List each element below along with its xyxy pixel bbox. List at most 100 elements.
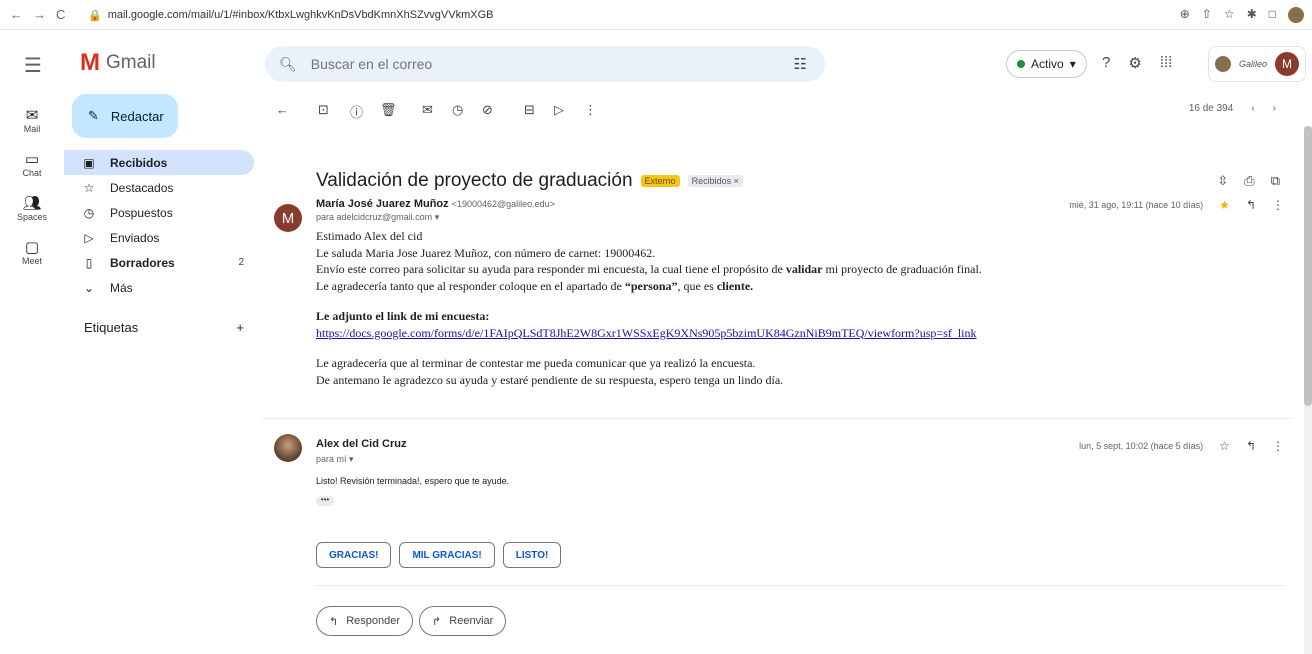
back-icon[interactable]: ← bbox=[10, 7, 23, 22]
forward-button[interactable]: ↱ Reenviar bbox=[419, 606, 507, 636]
star-outline-icon[interactable]: ☆ bbox=[1219, 439, 1230, 453]
rail-label: Meet bbox=[21, 256, 42, 266]
body-line: Envío este correo para solicitar su ayud… bbox=[316, 262, 982, 276]
sidebar-item-label: Pospuestos bbox=[110, 205, 173, 220]
rail-item-spaces[interactable]: 👥︎ Spaces bbox=[0, 186, 64, 230]
recipient2-line[interactable]: para mí ▾ bbox=[316, 454, 354, 465]
print-icon[interactable]: ⎙ bbox=[1244, 173, 1254, 189]
browser-profile-avatar[interactable] bbox=[1288, 7, 1304, 23]
account-avatar[interactable]: M bbox=[1274, 52, 1299, 76]
rail-label: Chat bbox=[22, 168, 42, 178]
archive-icon[interactable]: ⊡ bbox=[318, 102, 329, 118]
sidebar-item-snoozed[interactable]: ◷ Pospuestos bbox=[64, 200, 254, 225]
label-icon[interactable]: ▷ bbox=[554, 102, 564, 118]
starred-icon[interactable]: ★ bbox=[1219, 198, 1230, 212]
caret-down-icon: ▾ bbox=[434, 212, 440, 222]
more-vert-icon[interactable]: ⋮ bbox=[1272, 198, 1284, 212]
inbox-icon: ▣ bbox=[83, 155, 95, 170]
message-meta: mié, 31 ago, 19:11 (hace 10 días) ★ ↰ ⋮ bbox=[1069, 198, 1284, 212]
reply-icon[interactable]: ↰ bbox=[1246, 198, 1256, 212]
link-heading: Le adjunto el link de mi encuesta: bbox=[316, 309, 490, 323]
compose-label: Redactar bbox=[110, 108, 164, 124]
back-to-inbox-icon[interactable]: ← bbox=[276, 102, 289, 117]
sender-avatar[interactable]: M bbox=[274, 204, 302, 232]
compose-button[interactable]: ✎ Redactar bbox=[72, 94, 178, 138]
more-options-icon[interactable]: ⋮ bbox=[584, 102, 597, 118]
open-new-window-icon[interactable]: ⧉ bbox=[1271, 173, 1280, 189]
sidebar-item-sent[interactable]: ▷ Enviados bbox=[64, 225, 254, 250]
smart-reply-button[interactable]: MIL GRACIAS! bbox=[399, 542, 495, 568]
expand-all-icon[interactable]: ⇳ bbox=[1217, 173, 1228, 189]
bookmark-star-icon[interactable]: ☆ bbox=[1224, 7, 1235, 23]
search-options-icon[interactable]: ☷ bbox=[794, 55, 807, 73]
message-divider bbox=[262, 418, 1292, 419]
labels-header: Etiquetas + bbox=[84, 320, 244, 335]
gmail-logo[interactable]: M Gmail bbox=[80, 49, 156, 76]
sidebar-item-starred[interactable]: ☆ Destacados bbox=[64, 175, 254, 200]
body-line: De antemano le agradezco su ayuda y esta… bbox=[316, 372, 784, 387]
search-bar[interactable]: 🔍︎ ☷ bbox=[265, 46, 825, 82]
snooze-icon[interactable]: ◷ bbox=[452, 102, 463, 118]
mail-icon: ✉ bbox=[25, 107, 39, 124]
folder-list: ▣ Recibidos ☆ Destacados ◷ Pospuestos ▷ … bbox=[64, 150, 254, 300]
sidebar-item-label: Más bbox=[110, 280, 133, 295]
address-bar[interactable]: 🔒 mail.google.com/mail/u/1/#inbox/KtbxLw… bbox=[88, 6, 1288, 24]
share-icon[interactable]: ⇧ bbox=[1202, 7, 1212, 23]
zoom-icon[interactable]: ⊕ bbox=[1180, 7, 1190, 23]
mark-unread-icon[interactable]: ✉ bbox=[422, 102, 433, 118]
status-dropdown[interactable]: Activo ▾ bbox=[1006, 50, 1087, 78]
scrollbar[interactable] bbox=[1304, 126, 1312, 654]
reload-icon[interactable]: C bbox=[56, 7, 65, 22]
older-chevron-right-icon[interactable]: › bbox=[1273, 103, 1276, 114]
show-trimmed-content-button[interactable]: ••• bbox=[316, 496, 334, 506]
report-spam-icon[interactable]: ⓘ bbox=[350, 102, 363, 121]
sidebar-item-more[interactable]: ⌄ Más bbox=[64, 275, 254, 300]
recipient-line[interactable]: para adelcidcruz@gmail.com ▾ bbox=[316, 212, 439, 223]
rail-item-meet[interactable]: ▢ Meet bbox=[0, 230, 64, 274]
more-vert-icon[interactable]: ⋮ bbox=[1272, 439, 1284, 453]
search-icon[interactable]: 🔍︎ bbox=[279, 56, 297, 73]
url-text: mail.google.com/mail/u/1/#inbox/KtbxLwgh… bbox=[107, 9, 494, 21]
lock-icon: 🔒 bbox=[88, 9, 102, 22]
rail-item-chat[interactable]: ▭ Chat bbox=[0, 142, 64, 186]
scrollbar-thumb[interactable] bbox=[1304, 126, 1312, 406]
sidepanel-icon[interactable]: □ bbox=[1269, 7, 1276, 23]
rail-item-mail[interactable]: ✉ Mail bbox=[0, 98, 64, 142]
smart-reply-button[interactable]: GRACIAS! bbox=[316, 542, 392, 568]
app-rail: ✉ Mail ▭ Chat 👥︎ Spaces ▢ Meet bbox=[0, 98, 64, 274]
active-dot-icon bbox=[1017, 60, 1025, 68]
delete-icon[interactable]: 🗑︎ bbox=[380, 102, 397, 118]
chat-icon: ▭ bbox=[24, 151, 40, 168]
help-icon[interactable]: ? bbox=[1102, 54, 1110, 72]
move-to-icon[interactable]: ⊟ bbox=[524, 102, 535, 118]
main-menu-icon[interactable]: ☰ bbox=[24, 53, 42, 78]
star-icon: ☆ bbox=[83, 180, 95, 195]
labels-title: Etiquetas bbox=[84, 320, 139, 335]
survey-link[interactable]: https://docs.google.com/forms/d/e/1FAIpQ… bbox=[316, 326, 977, 340]
apps-grid-icon[interactable]: ⁞⁞⁞ bbox=[1160, 54, 1173, 72]
clock-icon: ◷ bbox=[83, 205, 95, 220]
spaces-icon: 👥︎ bbox=[22, 195, 42, 212]
subject-row: Validación de proyecto de graduación Ext… bbox=[316, 170, 743, 192]
sidebar-item-drafts[interactable]: ▯ Borradores 2 bbox=[64, 250, 254, 275]
reply-icon[interactable]: ↰ bbox=[1246, 439, 1256, 453]
status-label: Activo bbox=[1031, 57, 1064, 71]
forward-icon[interactable]: → bbox=[33, 7, 46, 22]
sidebar-item-label: Enviados bbox=[110, 230, 160, 245]
search-input[interactable] bbox=[310, 56, 741, 72]
forward-icon: ↱ bbox=[432, 615, 442, 628]
add-label-icon[interactable]: + bbox=[236, 320, 244, 335]
smart-reply-button[interactable]: LISTO! bbox=[502, 542, 562, 568]
account-switcher[interactable]: Galileo M bbox=[1208, 46, 1306, 82]
message-body: Estimado Alex del cid Le saluda Maria Jo… bbox=[316, 228, 1216, 388]
reply-icon: ↰ bbox=[329, 615, 339, 628]
extensions-icon[interactable]: ✱ bbox=[1247, 7, 1257, 23]
settings-gear-icon[interactable]: ⚙ bbox=[1128, 54, 1141, 72]
gmail-m-icon: M bbox=[80, 49, 100, 76]
newer-chevron-left-icon[interactable]: ‹ bbox=[1251, 103, 1254, 114]
sidebar-item-inbox[interactable]: ▣ Recibidos bbox=[64, 150, 254, 175]
reply-button[interactable]: ↰ Responder bbox=[316, 606, 414, 636]
add-task-icon[interactable]: ⊘ bbox=[482, 102, 493, 118]
inbox-label-chip[interactable]: Recibidos × bbox=[687, 175, 743, 187]
sender2-avatar[interactable] bbox=[274, 434, 302, 462]
